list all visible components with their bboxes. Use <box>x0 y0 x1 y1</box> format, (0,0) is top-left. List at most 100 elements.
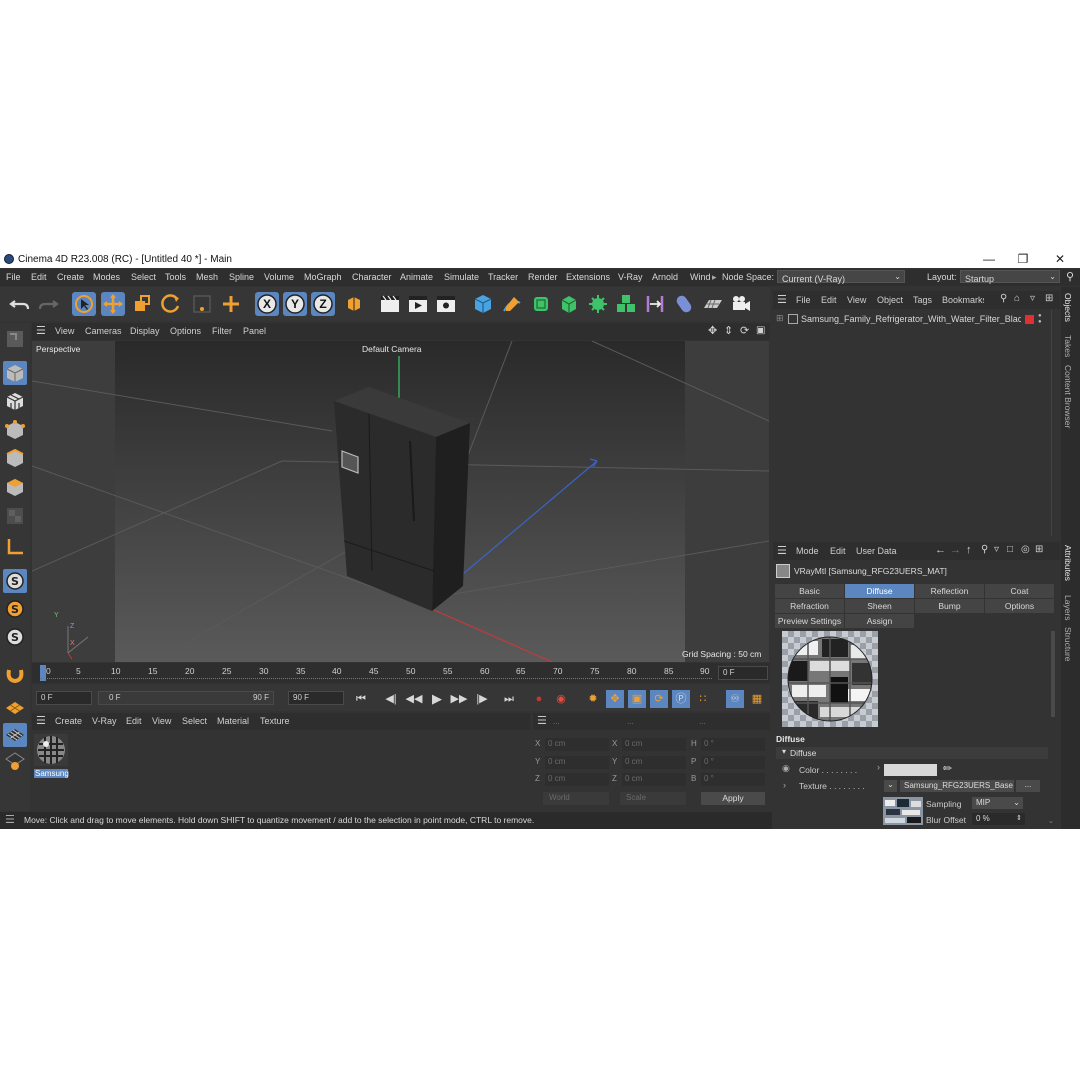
eyedropper-icon[interactable]: ✏ <box>943 762 952 775</box>
search-icon[interactable]: ⚲ <box>1000 293 1007 304</box>
texture-thumbnail[interactable] <box>883 797 923 825</box>
blur-offset-field[interactable]: 0 % ⇕ <box>972 813 1025 825</box>
attr-menu-user-data[interactable]: User Data <box>856 546 897 556</box>
size-y-field[interactable]: 0 cm <box>622 756 686 769</box>
locked-workplane-icon[interactable] <box>3 749 27 773</box>
axis-mode-icon[interactable] <box>3 535 27 559</box>
tab-bump[interactable]: Bump <box>915 599 985 613</box>
object-row[interactable]: ⊞ Samsung_Family_Refrigerator_With_Water… <box>773 313 1060 327</box>
key-parameter-icon[interactable]: Ⓟ <box>672 690 690 708</box>
hamburger-menu-icon[interactable]: ☰ <box>36 714 46 727</box>
filter-icon[interactable]: ▿ <box>994 544 999 555</box>
hamburger-menu-icon[interactable]: ☰ <box>537 714 547 727</box>
material-menu-view[interactable]: View <box>152 716 171 726</box>
undo-icon[interactable] <box>8 292 32 316</box>
grid-workplane-icon[interactable] <box>3 723 27 747</box>
attr-menu-mode[interactable]: Mode <box>796 546 819 556</box>
axis-y-button[interactable]: Y <box>283 292 307 316</box>
record-active-icon[interactable]: ● <box>530 690 548 708</box>
camera-icon[interactable] <box>729 292 753 316</box>
next-key-icon[interactable]: |▶ <box>473 690 491 708</box>
redo-icon[interactable] <box>36 292 60 316</box>
object-menu-file[interactable]: File <box>796 295 811 305</box>
frame-range-slider[interactable]: 0 F 90 F <box>98 691 274 705</box>
quantize-snap-icon[interactable]: S <box>3 625 27 649</box>
start-frame-field[interactable]: 0 F <box>36 691 92 705</box>
expand-icon[interactable]: ⊞ <box>776 313 784 324</box>
add-object-icon[interactable] <box>219 292 243 316</box>
hamburger-menu-icon[interactable]: ☰ <box>36 324 46 337</box>
cloner-icon[interactable] <box>586 292 610 316</box>
axis-z-button[interactable]: Z <box>311 292 335 316</box>
chevron-right-icon[interactable]: › <box>877 762 880 772</box>
size-z-field[interactable]: 0 cm <box>622 773 686 786</box>
texture-mode-icon[interactable] <box>3 389 27 413</box>
material-menu-material[interactable]: Material <box>217 716 249 726</box>
hamburger-menu-icon[interactable]: ☰ <box>5 813 15 826</box>
hamburger-menu-icon[interactable]: ☰ <box>777 293 787 306</box>
model-mode-icon[interactable] <box>3 361 27 385</box>
menu-tracker[interactable]: Tracker <box>488 272 518 282</box>
toggle-view-icon[interactable]: ▣ <box>756 325 765 336</box>
floor-icon[interactable] <box>701 292 725 316</box>
chevron-down-icon[interactable]: ⌄ <box>884 780 897 792</box>
viewport-menu-options[interactable]: Options <box>170 326 201 336</box>
point-mode-icon[interactable] <box>3 418 27 442</box>
menu-arnold[interactable]: Arnold <box>652 272 678 282</box>
tab-attributes[interactable]: Attributes <box>1063 545 1073 581</box>
autokey-icon[interactable]: ◉ <box>552 690 570 708</box>
object-menu-tags[interactable]: Tags <box>913 295 932 305</box>
back-arrow-icon[interactable]: ← <box>935 544 946 556</box>
menu-overflow-icon[interactable]: ▸ <box>712 272 717 283</box>
timeline-window-icon[interactable]: ▦ <box>748 690 766 708</box>
material-menu-create[interactable]: Create <box>55 716 82 726</box>
key-position-icon[interactable]: ✥ <box>606 690 624 708</box>
lock-icon[interactable]: □ <box>1007 544 1013 555</box>
material-menu-vray[interactable]: V-Ray <box>92 716 117 726</box>
menu-file[interactable]: File <box>6 272 21 282</box>
menu-simulate[interactable]: Simulate <box>444 272 479 282</box>
viewport-menu-cameras[interactable]: Cameras <box>85 326 122 336</box>
layer-color-icon[interactable] <box>1025 315 1034 324</box>
tab-diffuse[interactable]: Diffuse <box>845 584 915 598</box>
coordinate-system-icon[interactable] <box>342 292 366 316</box>
menu-tools[interactable]: Tools <box>165 272 186 282</box>
rotate-tool-icon[interactable] <box>159 292 183 316</box>
tab-options[interactable]: Options <box>985 599 1055 613</box>
render-to-picture-viewer-icon[interactable] <box>406 292 430 316</box>
extrude-icon[interactable] <box>557 292 581 316</box>
layout-dropdown[interactable]: Startup ⌄ <box>960 270 1060 284</box>
material-swatch[interactable]: Samsung <box>34 734 69 778</box>
tab-sheen[interactable]: Sheen <box>845 599 915 613</box>
menu-window[interactable]: Wind <box>690 272 711 282</box>
viewport-menu-filter[interactable]: Filter <box>212 326 232 336</box>
make-editable-icon[interactable] <box>3 327 27 351</box>
menu-character[interactable]: Character <box>352 272 392 282</box>
menu-select[interactable]: Select <box>131 272 156 282</box>
apply-button[interactable]: Apply <box>701 792 765 805</box>
new-panel-icon[interactable]: ⊞ <box>1045 293 1053 304</box>
key-pla-icon[interactable]: ∷ <box>694 690 712 708</box>
viewport-menu-panel[interactable]: Panel <box>243 326 266 336</box>
material-menu-select[interactable]: Select <box>182 716 207 726</box>
current-frame-field[interactable]: 0 F <box>718 666 768 680</box>
pan-view-icon[interactable]: ✥ <box>708 324 717 337</box>
previous-frame-icon[interactable]: ◀◀ <box>405 690 423 708</box>
polygon-mode-icon[interactable] <box>3 475 27 499</box>
motion-system-icon[interactable]: ♾ <box>726 690 744 708</box>
tab-content-browser[interactable]: Content Browser <box>1063 365 1073 428</box>
workplane-icon[interactable] <box>3 696 27 720</box>
filter-icon[interactable]: ▿ <box>1030 293 1035 304</box>
menu-volume[interactable]: Volume <box>264 272 294 282</box>
scale-tool-icon[interactable] <box>130 292 154 316</box>
rotate-view-icon[interactable]: ⟳ <box>740 324 749 337</box>
material-preview[interactable] <box>782 631 878 727</box>
subdivision-surface-icon[interactable] <box>529 292 553 316</box>
zoom-view-icon[interactable]: ⇕ <box>724 324 733 337</box>
pen-spline-icon[interactable] <box>500 292 524 316</box>
previous-key-icon[interactable]: ◀| <box>382 690 400 708</box>
stepper-icon[interactable]: ⇕ <box>1016 813 1022 825</box>
search-icon[interactable]: ⚲ <box>1066 270 1074 283</box>
new-panel-icon[interactable]: ⊞ <box>1035 544 1043 555</box>
object-menu-bookmarks[interactable]: Bookmarks <box>942 295 984 305</box>
